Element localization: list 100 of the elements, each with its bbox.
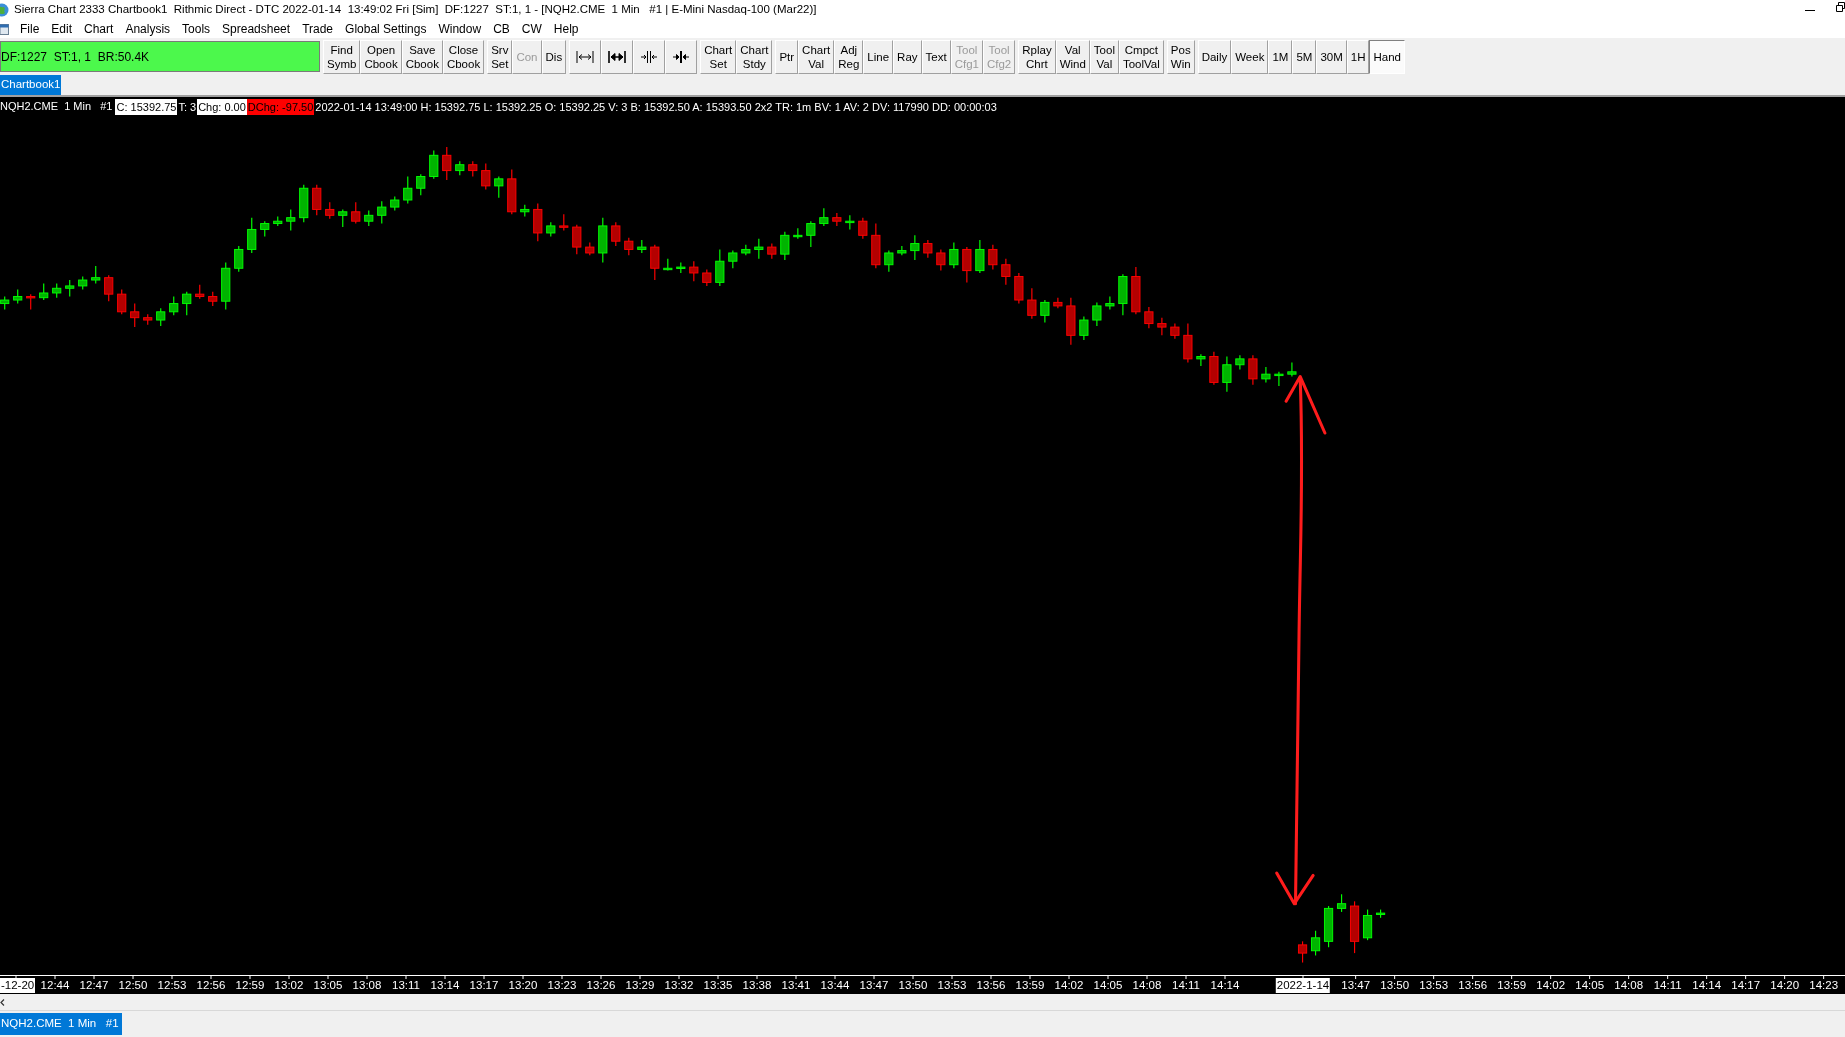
time-axis-label: 13:47 xyxy=(858,978,890,993)
time-axis-label: 13:14 xyxy=(429,978,461,993)
menu-item[interactable]: Help xyxy=(547,20,585,38)
globe-icon xyxy=(0,3,9,17)
time-axis-label: 14:20 xyxy=(1769,978,1801,993)
time-axis-label: 13:17 xyxy=(468,978,500,993)
toolbar-icon-button[interactable] xyxy=(633,39,666,74)
time-axis-label: 13:47 xyxy=(1340,978,1372,993)
toolbar-button[interactable]: Daily xyxy=(1197,39,1232,74)
bold-arrows-between-bars-icon xyxy=(608,49,627,64)
toolbar-button[interactable]: Adj Reg xyxy=(834,39,864,74)
toolbar-button[interactable]: Pos Win xyxy=(1166,39,1195,74)
time-axis-label: 14:14 xyxy=(1209,978,1241,993)
toolbar-button[interactable]: Week xyxy=(1231,39,1269,74)
toolbar-button[interactable]: Chart Stdy xyxy=(736,39,773,74)
time-axis-label: 13:56 xyxy=(975,978,1007,993)
time-axis-label: 12:56 xyxy=(195,978,227,993)
chartbook-tab[interactable]: Chartbook1 xyxy=(0,75,62,95)
menu-item[interactable]: Global Settings xyxy=(339,20,433,38)
time-axis-label: 13:59 xyxy=(1014,978,1046,993)
time-axis-label: 12:44 xyxy=(39,978,71,993)
toolbar-button[interactable]: Find Symb xyxy=(323,39,361,74)
toolbar-button[interactable]: Ray xyxy=(893,39,922,74)
toolbar-button[interactable]: Tool Val xyxy=(1089,39,1119,74)
menu-item[interactable]: Trade xyxy=(296,20,340,38)
menu-item[interactable]: CB xyxy=(487,20,516,38)
menu-item[interactable]: Spreadsheet xyxy=(216,20,297,38)
time-axis-label: 13:44 xyxy=(819,978,851,993)
menu-item[interactable]: Window xyxy=(432,20,488,38)
toolbar-button[interactable]: Save Cbook xyxy=(401,39,443,74)
toolbar-button[interactable]: Line xyxy=(863,39,894,74)
time-axis-label: 13:35 xyxy=(702,978,734,993)
time-axis-label: 13:53 xyxy=(1418,978,1450,993)
app-window-icon xyxy=(0,23,9,35)
menu-item[interactable]: Analysis xyxy=(119,20,177,38)
time-axis-label: 14:23 xyxy=(1808,978,1840,993)
toolbar-button[interactable]: Cmpct ToolVal xyxy=(1118,39,1164,74)
time-axis-label: 14:08 xyxy=(1613,978,1645,993)
time-axis-label: 12:53 xyxy=(156,978,188,993)
time-axis-label: 12:59 xyxy=(234,978,266,993)
time-axis-label: 14:08 xyxy=(1131,978,1163,993)
menu-item[interactable]: Chart xyxy=(78,20,120,38)
toolbar-icon-button[interactable] xyxy=(665,39,698,74)
minimize-icon xyxy=(1805,9,1815,11)
chart-tab[interactable]: NQH2.CME 1 Min #1 xyxy=(0,1013,122,1035)
quote-field: C: 15392.75 xyxy=(115,98,178,115)
quote-field: DChg: -97.50 xyxy=(246,98,315,115)
time-axis-label: 13:02 xyxy=(273,978,305,993)
time-axis-label: -12-20 xyxy=(0,978,36,993)
time-axis-label: 14:14 xyxy=(1691,978,1723,993)
chevron-left-icon[interactable] xyxy=(0,998,5,1006)
time-axis-label: 13:23 xyxy=(546,978,578,993)
time-axis-label: 13:38 xyxy=(741,978,773,993)
toolbar-button[interactable]: 1M xyxy=(1268,39,1293,74)
toolbar-button[interactable]: 5M xyxy=(1292,39,1317,74)
toolbar-button[interactable]: Open Cbook xyxy=(360,39,402,74)
time-axis-label: 14:05 xyxy=(1092,978,1124,993)
toolbar-button[interactable]: Srv Set xyxy=(487,39,513,74)
toolbar-button[interactable]: Hand xyxy=(1369,39,1405,74)
time-axis-label: 13:53 xyxy=(936,978,968,993)
arrows-to-bar-icon xyxy=(672,49,691,64)
time-axis-label: 13:59 xyxy=(1496,978,1528,993)
time-axis-label: 14:05 xyxy=(1574,978,1606,993)
time-axis-label: 12:47 xyxy=(78,978,110,993)
toolbar-button[interactable]: 1H xyxy=(1346,39,1370,74)
window-title: Sierra Chart 2333 Chartbook1 Rithmic Direct - DTC 2022-01-14 13:49:02 Fri [Sim] DF:1227 ST:1, 1 - [NQH2.CME 1 Min #1 | E-Mini Nasdaq-100 (Mar22)] xyxy=(14,2,817,18)
arrows-to-double-bar-icon xyxy=(640,49,659,64)
toolbar-button[interactable]: Dis xyxy=(541,39,567,74)
toolbar-button[interactable]: Rplay Chrt xyxy=(1018,39,1056,74)
menu-item[interactable]: CW xyxy=(515,20,548,38)
toolbar-button[interactable]: Val Wind xyxy=(1055,39,1090,74)
time-axis-label: 13:29 xyxy=(624,978,656,993)
menu-item[interactable]: Tools xyxy=(176,20,217,38)
time-axis-label: 13:11 xyxy=(391,978,421,993)
toolbar-button[interactable]: Chart Set xyxy=(700,39,737,74)
toolbar-button[interactable]: Ptr xyxy=(775,39,799,74)
time-axis-label: 14:11 xyxy=(1171,978,1201,993)
time-axis-label: 14:02 xyxy=(1535,978,1567,993)
menu-item[interactable]: Edit xyxy=(45,20,79,38)
time-axis-label: 13:41 xyxy=(780,978,812,993)
toolbar-button[interactable]: Close Cbook xyxy=(442,39,485,74)
connection-status: DF:1227 ST:1, 1 BR:50.4K xyxy=(0,41,320,72)
time-axis-label: 14:02 xyxy=(1053,978,1085,993)
time-axis-label: 13:32 xyxy=(663,978,695,993)
toolbar-button[interactable]: Text xyxy=(921,39,951,74)
time-axis-label: 13:26 xyxy=(585,978,617,993)
symbol-label: NQH2.CME 1 Min #1 xyxy=(0,99,114,115)
quote-field: 2022-01-14 13:49:00 H: 15392.75 L: 15392.25 O: 15392.25 V: 3 B: 15392.50 A: 15393.50 2x2 TR: 1m BV: 1 AV: 2 DV: 117990 DD: 00:00:03 xyxy=(314,98,998,115)
time-axis-label: 14:17 xyxy=(1730,978,1762,993)
time-axis-label: 13:50 xyxy=(1379,978,1411,993)
toolbar-button[interactable]: Chart Val xyxy=(798,39,835,74)
time-axis-label: 12:50 xyxy=(117,978,149,993)
toolbar-button[interactable]: 30M xyxy=(1316,39,1347,74)
quote-field: T: 3 xyxy=(177,98,198,115)
time-axis-label: 13:20 xyxy=(507,978,539,993)
time-axis-label: 13:08 xyxy=(351,978,383,993)
restore-icon xyxy=(1836,2,1845,12)
arrows-between-bars-icon xyxy=(576,49,595,64)
toolbar-icon-button[interactable] xyxy=(601,39,634,74)
menu-item[interactable]: File xyxy=(14,20,46,38)
